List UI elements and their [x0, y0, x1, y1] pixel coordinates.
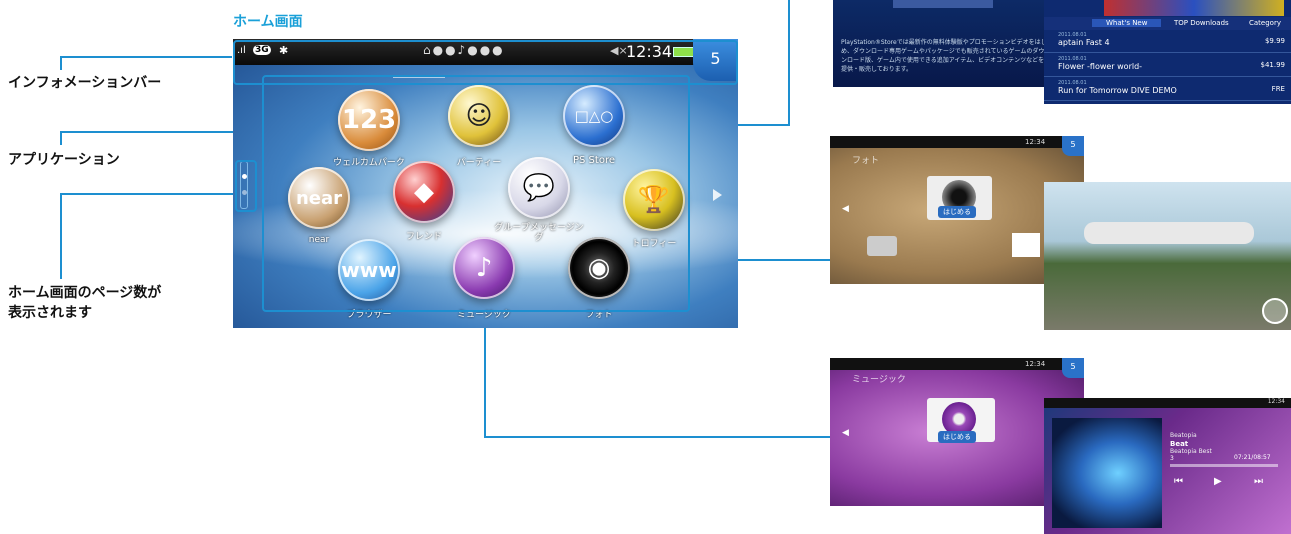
connector-line	[60, 193, 62, 279]
artist-name: Beatopia	[1170, 432, 1197, 439]
shutter-button[interactable]	[1262, 298, 1288, 324]
mini-page-badge: 5	[1062, 136, 1084, 156]
item-price: FRE	[1271, 85, 1285, 93]
album-art	[1052, 418, 1162, 528]
tab-top-downloads[interactable]: TOP Downloads	[1174, 19, 1229, 27]
label-page-count-line2: 表示されます	[8, 305, 92, 321]
connector-line	[60, 131, 262, 133]
mini-info-bar: 12:34	[830, 136, 1084, 148]
airplane-shape	[1084, 222, 1254, 244]
tab-whats-new[interactable]: What's New	[1092, 19, 1162, 27]
store-list-screen: What's New TOP Downloads Category 2011.0…	[1044, 0, 1291, 104]
connector-line	[60, 56, 62, 70]
page-title: ホーム画面	[233, 14, 303, 30]
label-info-bar: インフォメーションバー	[8, 75, 162, 91]
item-price: $41.99	[1260, 61, 1286, 69]
page-indicator-highlight	[235, 160, 257, 212]
store-welcome-screen: PlayStation®Storeでは最新作の無料体験版やプロモーションビデオを…	[833, 0, 1055, 87]
left-arrow-icon: ◀	[842, 428, 849, 438]
connector-line	[788, 0, 790, 125]
track-number: 3	[1170, 455, 1174, 462]
camera-viewfinder	[1044, 182, 1291, 330]
connector-line	[484, 320, 486, 438]
store-tabs[interactable]: What's New TOP Downloads Category	[1044, 17, 1291, 30]
store-item[interactable]: 2011.08.01 Flower -flower world- $41.99	[1044, 55, 1291, 77]
app-label: フォト	[852, 156, 880, 166]
item-title: Run for Tomorrow DIVE DEMO	[1058, 86, 1177, 95]
track-time: 07:21/08:57	[1234, 454, 1271, 461]
mini-info-bar: 12:34	[830, 358, 1084, 370]
connector-line	[60, 193, 236, 195]
store-header-banner	[1104, 0, 1284, 16]
connector-line	[60, 56, 232, 58]
track-title: Beat	[1170, 440, 1189, 448]
mini-info-bar: 12:34	[1044, 398, 1291, 408]
tab-category[interactable]: Category	[1249, 19, 1281, 27]
mini-page-badge: 5	[1062, 358, 1084, 378]
next-track-icon[interactable]: ⏭	[1254, 476, 1263, 487]
camera-thumb-icon	[867, 236, 897, 256]
label-page-count-line1: ホーム画面のページ数が	[8, 285, 162, 301]
previous-track-icon[interactable]: ⏮	[1174, 476, 1183, 487]
album-name: Beatopia Best	[1170, 448, 1212, 455]
connector-line	[60, 131, 62, 145]
item-title: Flower -flower world-	[1058, 62, 1143, 71]
start-button[interactable]: はじめる	[938, 431, 976, 443]
music-player: 12:34 Beatopia Beat Beatopia Best 3 07:2…	[1044, 398, 1291, 534]
mini-clock: 12:34	[1025, 138, 1046, 146]
store-description: PlayStation®Storeでは最新作の無料体験版やプロモーションビデオを…	[841, 39, 1047, 73]
play-icon[interactable]: ▶	[1214, 476, 1222, 487]
connector-line	[484, 436, 830, 438]
applications-highlight	[262, 75, 690, 312]
photo-thumb-icon	[1012, 233, 1040, 257]
store-item[interactable]: 2011.08.01 Run for Tomorrow DIVE DEMO FR…	[1044, 79, 1291, 101]
item-title: aptain Fast 4	[1058, 38, 1110, 47]
start-button[interactable]: はじめる	[938, 206, 976, 218]
mini-clock: 12:34	[1025, 360, 1046, 368]
item-price: $9.99	[1264, 37, 1285, 45]
next-page-arrow[interactable]	[713, 189, 722, 201]
store-banner	[893, 0, 993, 8]
playback-controls: ⏮ ▶ ⏭	[1168, 476, 1280, 494]
store-item[interactable]: 2011.08.01 aptain Fast 4 $9.99	[1044, 31, 1291, 53]
progress-bar[interactable]	[1170, 464, 1278, 467]
app-label: ミュージック	[852, 375, 906, 385]
label-applications: アプリケーション	[8, 152, 120, 168]
left-arrow-icon: ◀	[842, 204, 849, 214]
